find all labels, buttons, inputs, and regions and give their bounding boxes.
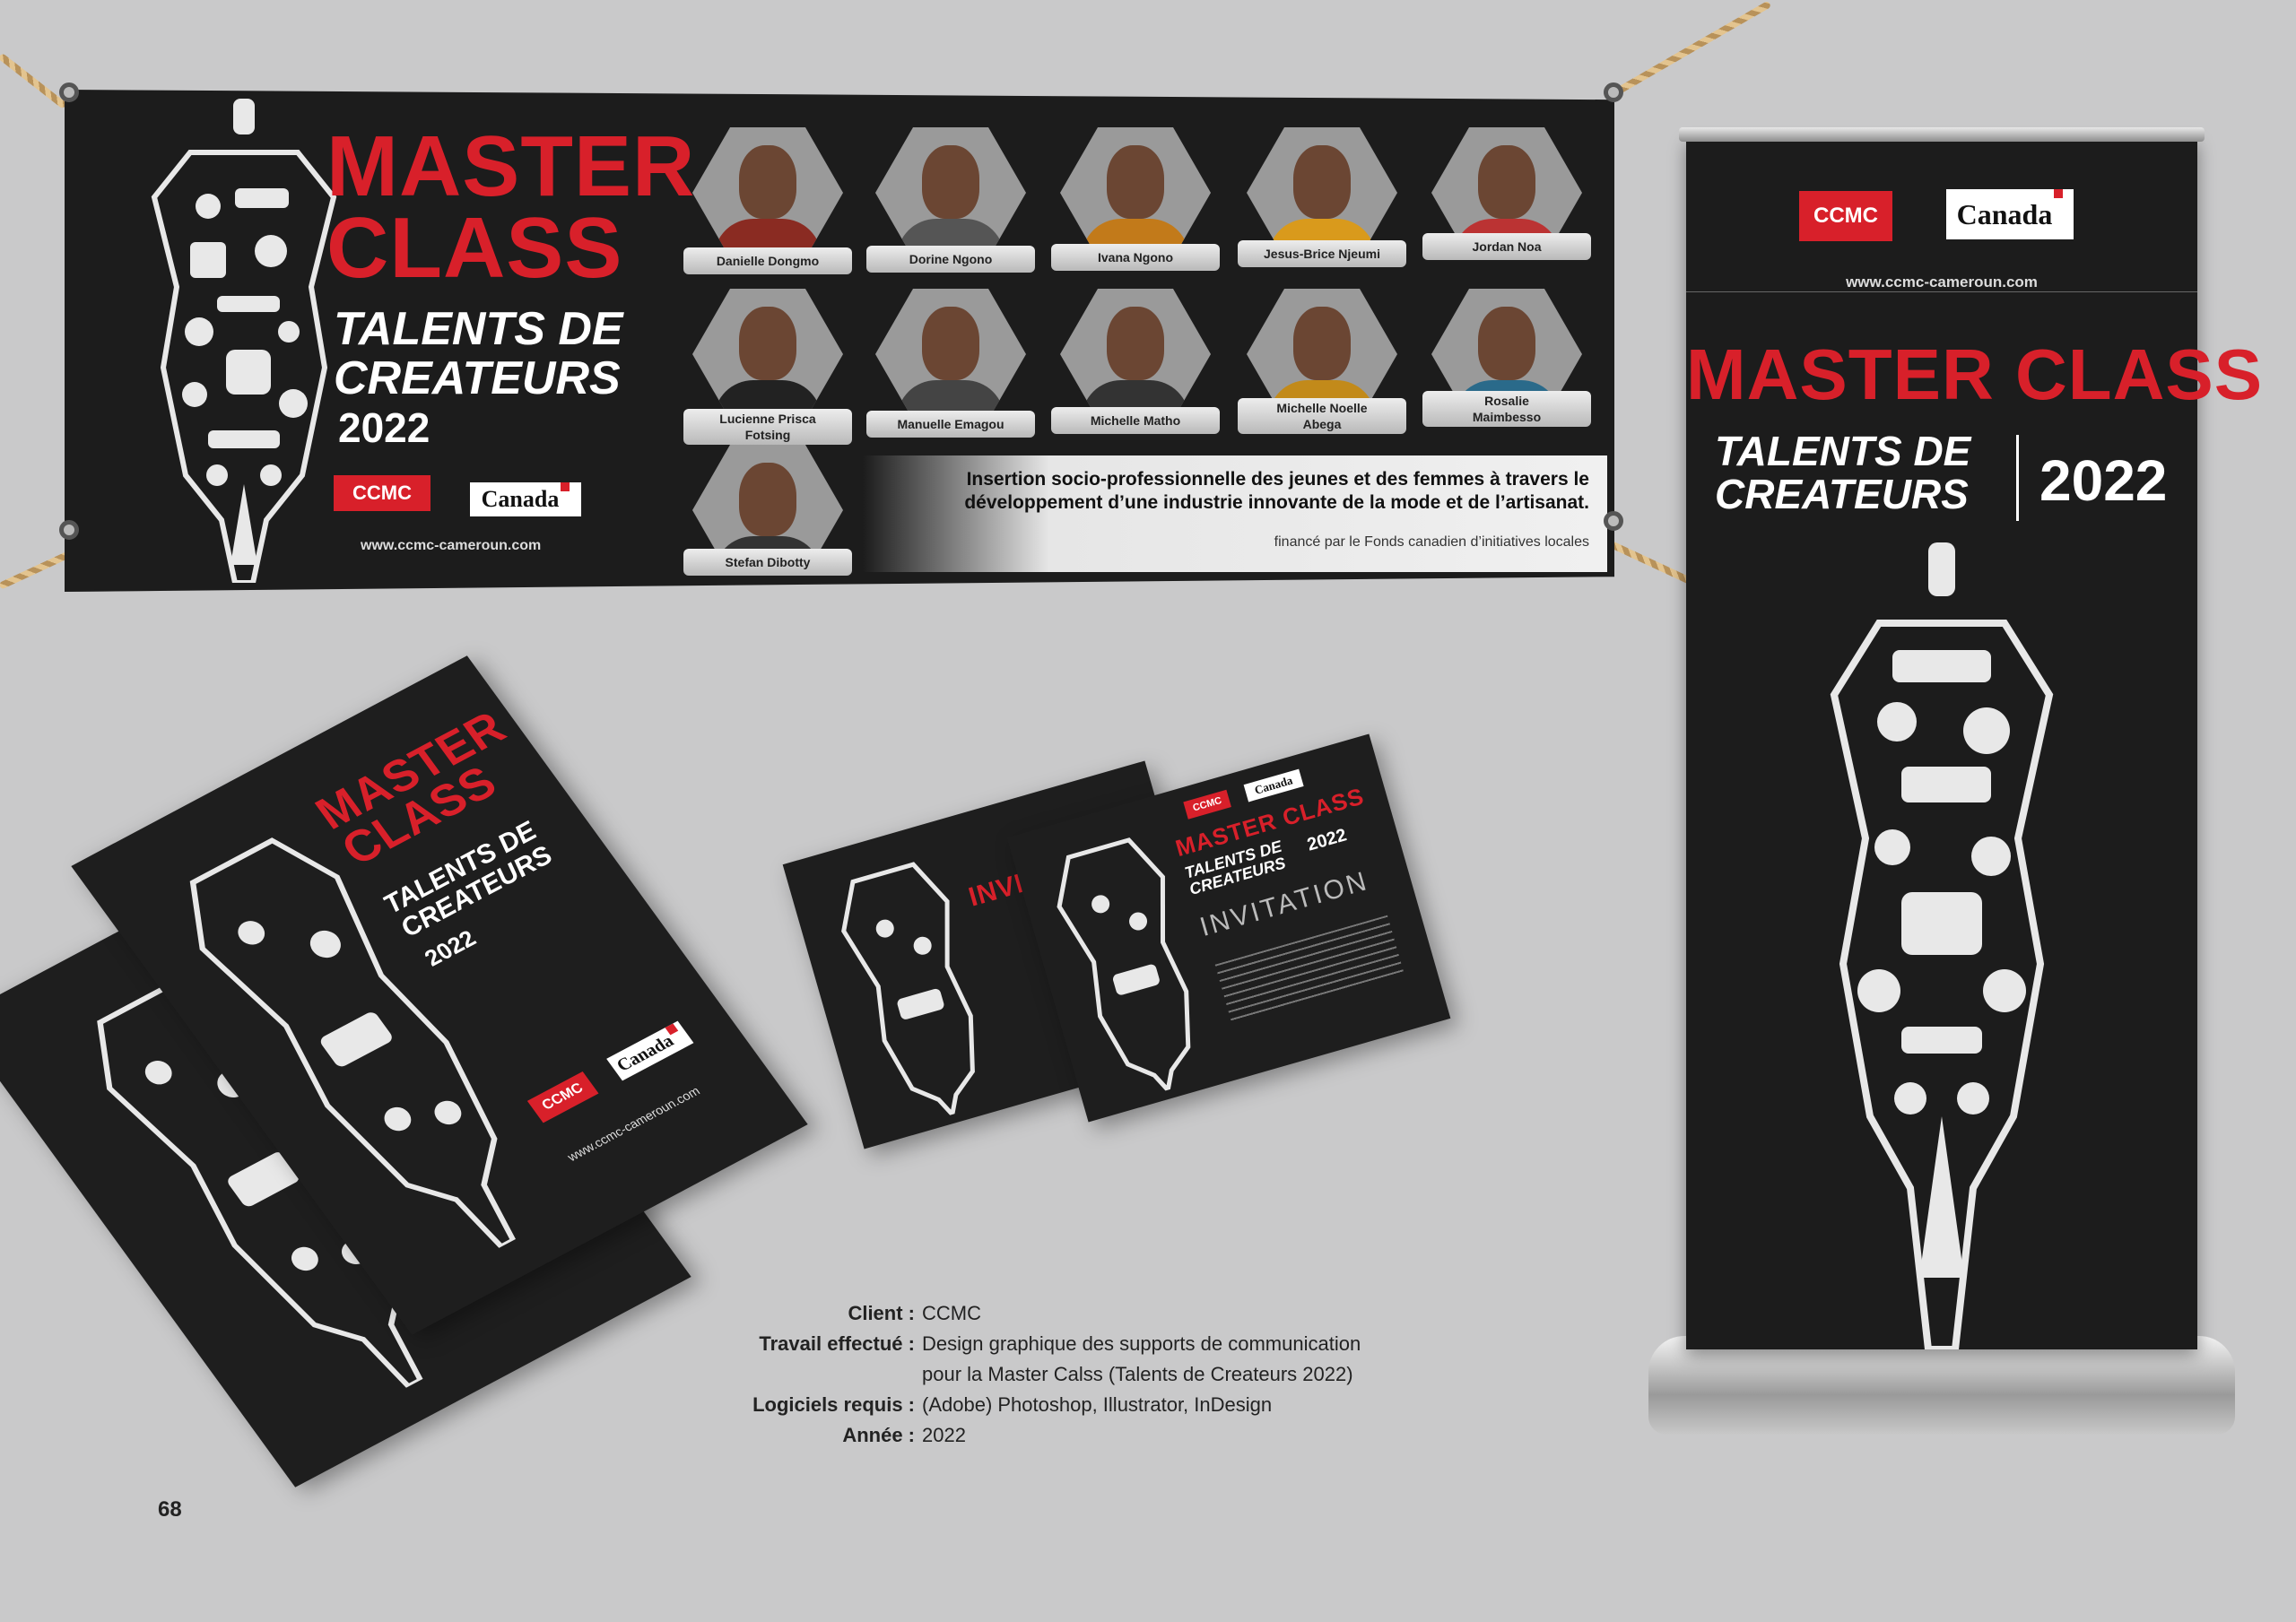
banner: MASTER CLASS TALENTS DE CREATEURS 2022 C…	[65, 90, 1614, 592]
banner-tagline-line2: développement d’une industrie innovante …	[964, 492, 1589, 513]
caption-values: CCMC Design graphique des supports de co…	[922, 1298, 1424, 1460]
page-number: 68	[158, 1497, 182, 1522]
participant-name-line1: Michelle Noelle	[1276, 401, 1368, 415]
banner-rope-left-bottom	[0, 550, 74, 590]
participant-name: Rosalie Maimbesso	[1422, 391, 1591, 427]
banner-subtitle-line1: TALENTS DE	[334, 303, 623, 355]
rollup-banner: CCMC Canada www.ccmc-cameroun.com MASTER…	[1686, 139, 2264, 1349]
banner-tagline-line1: Insertion socio-professionnelle des jeun…	[966, 469, 1589, 490]
participant-name-line1: Rosalie	[1484, 394, 1529, 408]
rollup-stand-base	[1648, 1336, 2235, 1435]
participant-name-line1: Lucienne Prisca	[719, 412, 816, 426]
caption-labels: Client : Travail effectué : Logiciels re…	[628, 1298, 915, 1460]
participant-name: Ivana Ngono	[1051, 244, 1220, 271]
rollup-subtitle-divider	[2016, 435, 2019, 521]
rollup-title: MASTER CLASS	[1686, 334, 2264, 414]
caption-year-value: 2022	[922, 1424, 966, 1446]
invitation-logo-ccmc: CCMC	[1183, 789, 1231, 820]
participant-name: Manuelle Emagou	[866, 411, 1035, 438]
caption-work-value-line2: pour la Master Calss (Talents de Createu…	[922, 1363, 1353, 1385]
caption-year-label: Année :	[842, 1424, 915, 1446]
banner-logo-canada-text: Canada	[481, 486, 560, 512]
participant-name: Danielle Dongmo	[683, 247, 852, 274]
participant-name: Jesus-Brice Njeumi	[1238, 240, 1406, 267]
participant-name: Stefan Dibotty	[683, 549, 852, 576]
flyer-logo-canada: Canada	[606, 1020, 694, 1081]
banner-tagline: Insertion socio-professionnelle des jeun…	[964, 468, 1589, 515]
participant-photo	[1247, 127, 1397, 258]
caption-work-label: Travail effectué :	[759, 1332, 915, 1355]
participant-name-line2: Fotsing	[744, 428, 791, 442]
participant-name: Jordan Noa	[1422, 233, 1591, 260]
grommet	[59, 82, 79, 102]
banner-title-line1: MASTER	[326, 118, 696, 214]
grommet	[59, 520, 79, 540]
rollup-subtitle: TALENTS DE CREATEURS	[1715, 429, 1970, 516]
rollup-top-bar	[1679, 127, 2205, 142]
participant-name: Dorine Ngono	[866, 246, 1035, 273]
flyer-logo-canada-text: Canada	[613, 1031, 678, 1076]
invitation-year: 2022	[1305, 825, 1349, 855]
participant-photo	[875, 127, 1026, 258]
caption-software-value: (Adobe) Photoshop, Illustrator, InDesign	[922, 1393, 1273, 1416]
participant-name-line2: Maimbesso	[1472, 410, 1542, 424]
caption-software-label: Logiciels requis :	[752, 1393, 915, 1416]
grommet	[1604, 82, 1623, 102]
participant-name-line2: Abega	[1302, 417, 1342, 431]
rollup-logo-canada: Canada	[1946, 189, 2074, 239]
caption-client-label: Client :	[848, 1302, 915, 1324]
rollup-subtitle-line1: TALENTS DE	[1715, 428, 1971, 474]
rollup-logo-canada-text: Canada	[1956, 198, 2053, 230]
rollup-divider	[1686, 291, 2197, 292]
rollup-website: www.ccmc-cameroun.com	[1846, 273, 2038, 291]
banner-logo-canada: Canada	[470, 482, 581, 516]
canada-flag-icon	[2054, 189, 2064, 198]
banner-rope-right-top	[1613, 0, 1772, 97]
participant-name: Lucienne Prisca Fotsing	[683, 409, 852, 445]
rollup-logo-ccmc: CCMC	[1799, 191, 1892, 241]
banner-funding: financé par le Fonds canadien d’initiati…	[1274, 534, 1589, 550]
caption-work-value-line1: Design graphique des supports de communi…	[922, 1332, 1361, 1355]
rollup-subtitle-line2: CREATEURS	[1715, 471, 1969, 518]
participant-photo	[692, 127, 843, 258]
flyer-logo-ccmc: CCMC	[526, 1071, 599, 1123]
banner-year: 2022	[338, 404, 430, 451]
mannequin-sewing-tools-icon	[1830, 542, 2054, 1349]
participant-photo	[692, 289, 843, 420]
participant-name: Michelle Matho	[1051, 407, 1220, 434]
rollup-year: 2022	[2039, 448, 2168, 513]
banner-title: MASTER CLASS	[326, 118, 696, 297]
participant-photo	[875, 289, 1026, 420]
participant-photo	[1060, 127, 1211, 258]
participant-photo	[1060, 289, 1211, 420]
banner-title-line2: CLASS	[326, 200, 623, 297]
banner-rope-left-top	[0, 52, 67, 109]
caption-client-value: CCMC	[922, 1302, 981, 1324]
participant-name: Michelle Noelle Abega	[1238, 398, 1406, 434]
invitation-logo-canada: Canada	[1243, 768, 1304, 802]
banner-subtitle: TALENTS DE CREATEURS	[334, 305, 623, 403]
grommet	[1604, 511, 1623, 531]
banner-subtitle-line2: CREATEURS	[334, 351, 621, 404]
banner-logo-ccmc: CCMC	[334, 475, 430, 511]
canada-flag-icon	[561, 482, 570, 491]
banner-website: www.ccmc-cameroun.com	[361, 538, 542, 553]
